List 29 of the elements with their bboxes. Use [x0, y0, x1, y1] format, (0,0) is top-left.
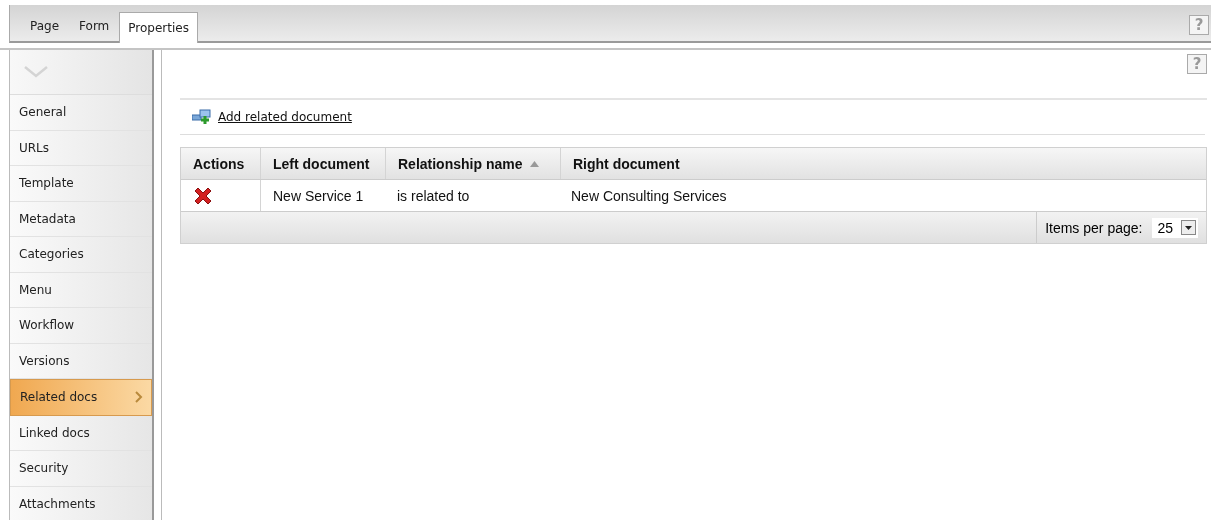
sidebar-item[interactable]: General — [10, 95, 152, 131]
add-related-document-link[interactable]: Add related document — [218, 110, 352, 124]
column-header[interactable]: Relationship name — [386, 148, 561, 179]
sidebar-item[interactable]: Categories — [10, 237, 152, 273]
sidebar-item[interactable]: Workflow — [10, 308, 152, 344]
sidebar-item[interactable]: Template — [10, 166, 152, 202]
sidebar-item[interactable]: Menu — [10, 272, 152, 308]
sidebar-item[interactable]: URLs — [10, 130, 152, 166]
chevron-right-icon — [135, 391, 143, 404]
sidebar-item[interactable]: Metadata — [10, 201, 152, 237]
table-cell-text: New Service 1 — [272, 186, 365, 206]
delete-icon[interactable] — [193, 185, 213, 206]
sidebar-item[interactable]: Linked docs — [10, 415, 152, 451]
items-per-page-label: Items per page: — [1045, 219, 1143, 236]
tab[interactable]: Form — [69, 12, 120, 40]
add-document-icon — [192, 109, 212, 125]
items-per-page-dropdown[interactable]: 25 — [1152, 217, 1198, 238]
sidebar-item[interactable]: Security — [10, 451, 152, 487]
sidebar-item[interactable]: Versions — [10, 343, 152, 379]
column-header[interactable]: Left document — [261, 148, 386, 179]
column-header[interactable]: Right document — [561, 148, 1206, 179]
table-cell-text: New Consulting Services — [570, 186, 728, 206]
column-header[interactable]: Actions — [181, 148, 261, 179]
sidebar-item[interactable]: Attachments — [10, 486, 152, 520]
tab[interactable]: Properties — [119, 12, 198, 43]
sidebar-item[interactable]: Related docs — [10, 379, 152, 416]
tab[interactable]: Page — [20, 12, 70, 40]
table-cell-text: is related to — [396, 186, 471, 206]
sort-ascending-icon — [530, 160, 540, 167]
